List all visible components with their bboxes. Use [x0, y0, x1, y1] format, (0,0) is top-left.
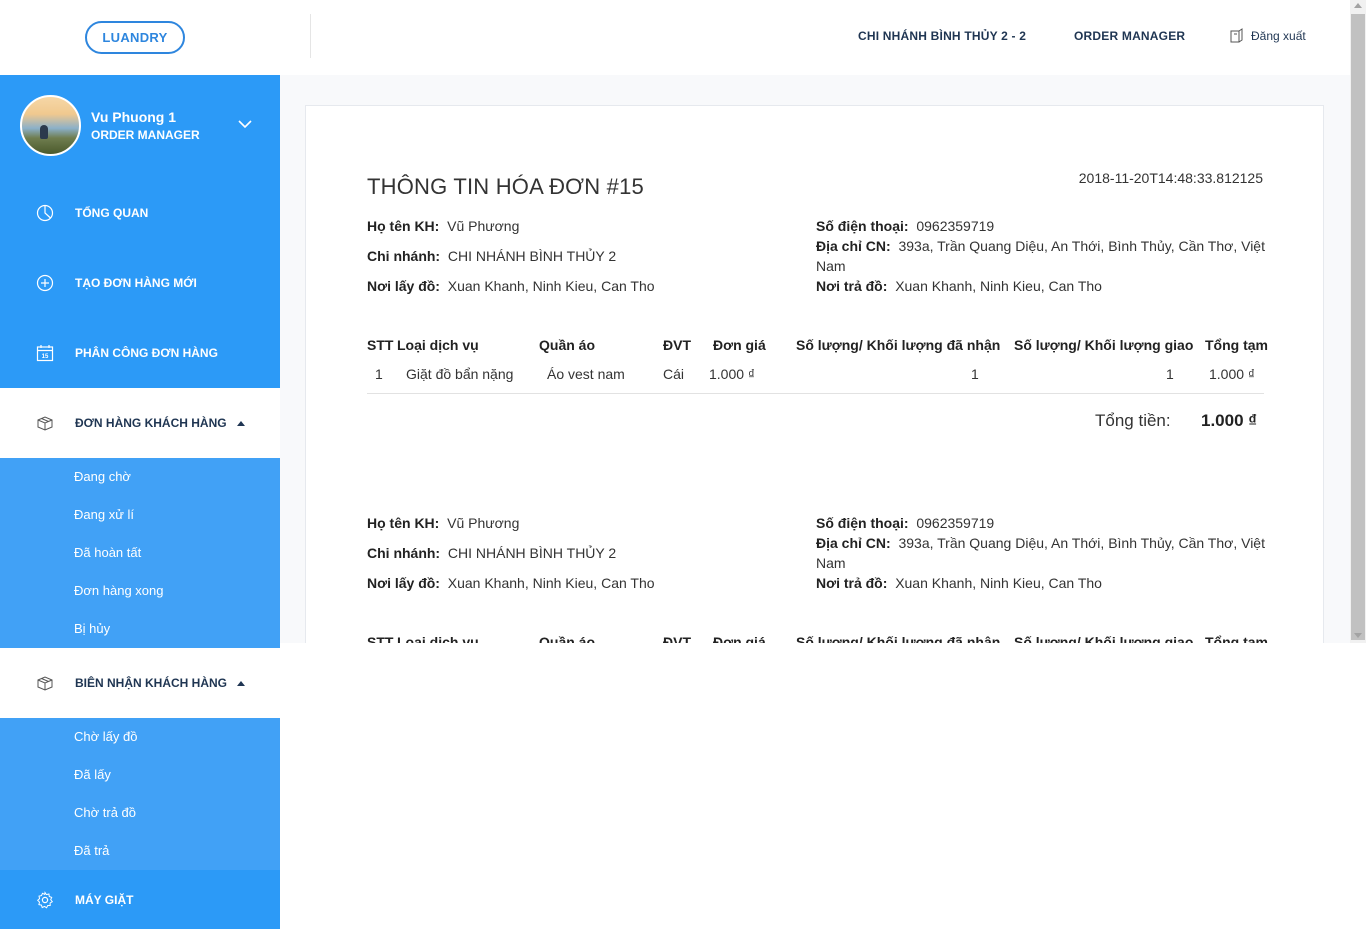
- top-header: LUANDRY CHI NHÁNH BÌNH THỦY 2 - 2 ORDER …: [0, 0, 1350, 75]
- submenu-item-awaiting-return[interactable]: Chờ trả đồ: [74, 805, 136, 820]
- customer-name-field: Họ tên KH: Vũ Phương: [367, 218, 520, 234]
- header-branch-name: CHI NHÁNH BÌNH THỦY 2 - 2: [858, 29, 1027, 43]
- branch-field: Chi nhánh: CHI NHÁNH BÌNH THỦY 2: [367, 545, 617, 561]
- table-divider: [367, 393, 1264, 394]
- nav-new-order[interactable]: TẠO ĐƠN HÀNG MỚI: [0, 248, 280, 318]
- submenu-item-picked-up[interactable]: Đã lấy: [74, 767, 111, 782]
- nav-customer-orders[interactable]: ĐƠN HÀNG KHÁCH HÀNG: [0, 388, 280, 458]
- delivery-address-field: Nơi trả đồ: Xuan Khanh, Ninh Kieu, Can T…: [816, 278, 1102, 294]
- clipped-heading-left: [571, 493, 681, 498]
- scroll-up-arrow-icon[interactable]: [1354, 3, 1362, 8]
- logo-button[interactable]: LUANDRY: [85, 21, 185, 54]
- submenu-item-cancelled[interactable]: Bị hủy: [74, 621, 110, 636]
- calendar-icon: 15: [36, 345, 54, 362]
- invoice-date: 2018-11-20T14:48:33.812125: [1078, 170, 1263, 186]
- submenu-item-processing[interactable]: Đang xử lí: [74, 507, 134, 522]
- table-header-clothes: Quần áo: [539, 337, 596, 353]
- table-header-received-qty: Số lượng/ Khối lượng đã nhận: [796, 337, 1001, 353]
- pickup-address-field: Nơi lấy đồ: Xuan Khanh, Ninh Kieu, Can T…: [367, 575, 655, 591]
- caret-up-icon: [236, 421, 245, 427]
- header-divider: [310, 14, 311, 58]
- table-header-clothes: Quần áo: [539, 634, 596, 643]
- submenu-item-awaiting-pickup[interactable]: Chờ lấy đồ: [74, 729, 137, 744]
- table-row-delivered-qty: 1: [1166, 366, 1174, 382]
- table-header-delivered-qty: Số lượng/ Khối lượng giao: [1014, 337, 1194, 353]
- nav-overview-label: TỔNG QUAN: [75, 206, 149, 220]
- nav-customer-orders-label: ĐƠN HÀNG KHÁCH HÀNG: [75, 416, 245, 430]
- logout-label: Đăng xuất: [1251, 29, 1306, 43]
- table-row-unit: Cái: [663, 366, 685, 382]
- table-header-received-qty: Số lượng/ Khối lượng đã nhận: [796, 634, 1001, 643]
- logout-icon: [1230, 28, 1243, 43]
- gear-icon: [36, 890, 54, 909]
- table-header-stt: STT: [367, 337, 394, 353]
- branch-address-line2: Nam: [816, 258, 846, 274]
- plus-circle-icon: [36, 274, 54, 292]
- receipts-submenu: Chờ lấy đồ Đã lấy Chờ trả đồ Đã trả: [0, 718, 280, 870]
- pie-chart-icon: [36, 204, 54, 222]
- table-header-unit: ĐVT: [663, 634, 691, 643]
- invoice-title: THÔNG TIN HÓA ĐƠN #15: [367, 174, 644, 199]
- user-profile[interactable]: Vu Phuong 1 ORDER MANAGER: [0, 75, 280, 178]
- box-icon: [37, 416, 53, 431]
- nav-customer-receipts[interactable]: BIÊN NHẬN KHÁCH HÀNG: [0, 648, 280, 718]
- table-header-service: Loại dịch vụ: [397, 337, 479, 353]
- nav-overview[interactable]: TỔNG QUAN: [0, 178, 280, 248]
- logout-link[interactable]: Đăng xuất: [1229, 28, 1306, 44]
- table-header-delivered-qty: Số lượng/ Khối lượng giao: [1014, 634, 1194, 643]
- sidebar: Vu Phuong 1 ORDER MANAGER TỔNG QUAN TẠO …: [0, 75, 280, 929]
- nav-assign-orders-label: PHÂN CÔNG ĐƠN HÀNG: [75, 346, 218, 360]
- svg-text:15: 15: [42, 354, 49, 360]
- branch-address-field: Địa chỉ CN: 393a, Trần Quang Diệu, An Th…: [816, 535, 1265, 551]
- phone-field: Số điện thoại: 0962359719: [816, 218, 995, 234]
- branch-field: Chi nhánh: CHI NHÁNH BÌNH THỦY 2: [367, 248, 617, 264]
- table-header-subtotal: Tổng tạm: [1205, 634, 1268, 643]
- nav-washing-machines[interactable]: MÁY GIẶT: [0, 870, 280, 929]
- clipped-heading-right: [1041, 493, 1101, 498]
- submenu-item-completed[interactable]: Đã hoàn tất: [74, 545, 141, 560]
- avatar: [20, 95, 81, 156]
- customer-orders-submenu: Đang chờ Đang xử lí Đã hoàn tất Đơn hàng…: [0, 458, 280, 648]
- table-header-unit: ĐVT: [663, 337, 691, 353]
- table-row-unit-price: 1.000 ₫: [709, 366, 756, 382]
- phone-field: Số điện thoại: 0962359719: [816, 515, 995, 531]
- delivery-address-field: Nơi trả đồ: Xuan Khanh, Ninh Kieu, Can T…: [816, 575, 1102, 591]
- scrollbar-thumb[interactable]: [1351, 14, 1365, 640]
- table-row-stt: 1: [375, 366, 383, 382]
- branch-address-line2: Nam: [816, 555, 846, 571]
- total-label: Tổng tiền:: [1095, 411, 1171, 430]
- box-icon: [37, 676, 53, 691]
- table-header-stt: STT: [367, 634, 394, 643]
- header-role: ORDER MANAGER: [1074, 29, 1186, 43]
- table-header-unit-price: Đơn giá: [713, 634, 766, 643]
- table-header-unit-price: Đơn giá: [713, 337, 766, 353]
- table-header-service: Loại dịch vụ: [397, 634, 479, 643]
- avatar-figure: [40, 125, 48, 139]
- pickup-address-field: Nơi lấy đồ: Xuan Khanh, Ninh Kieu, Can T…: [367, 278, 655, 294]
- nav-new-order-label: TẠO ĐƠN HÀNG MỚI: [75, 276, 197, 290]
- nav-assign-orders[interactable]: 15 PHÂN CÔNG ĐƠN HÀNG: [0, 318, 280, 388]
- scroll-down-arrow-icon[interactable]: [1354, 633, 1362, 638]
- profile-name: Vu Phuong 1: [91, 109, 177, 125]
- nav-customer-receipts-label: BIÊN NHẬN KHÁCH HÀNG: [75, 676, 245, 690]
- total-value: 1.000 ₫: [1201, 411, 1257, 430]
- nav-washing-machines-label: MÁY GIẶT: [75, 892, 134, 907]
- chevron-down-icon[interactable]: [238, 119, 252, 129]
- submenu-item-returned[interactable]: Đã trả: [74, 843, 109, 858]
- invoice-card: THÔNG TIN HÓA ĐƠN #15 2018-11-20T14:48:3…: [305, 105, 1324, 643]
- branch-address-field: Địa chỉ CN: 393a, Trần Quang Diệu, An Th…: [816, 238, 1265, 254]
- submenu-item-order-done[interactable]: Đơn hàng xong: [74, 583, 163, 598]
- submenu-item-pending[interactable]: Đang chờ: [74, 469, 131, 484]
- customer-name-field: Họ tên KH: Vũ Phương: [367, 515, 520, 531]
- table-row-clothes: Áo vest nam: [547, 366, 625, 382]
- table-row-subtotal: 1.000 ₫: [1209, 366, 1256, 382]
- table-header-subtotal: Tổng tạm: [1205, 337, 1268, 353]
- profile-role: ORDER MANAGER: [91, 128, 200, 142]
- table-row-received-qty: 1: [971, 366, 979, 382]
- caret-up-icon: [237, 681, 245, 687]
- table-row-service: Giặt đồ bẩn nặng: [406, 366, 514, 382]
